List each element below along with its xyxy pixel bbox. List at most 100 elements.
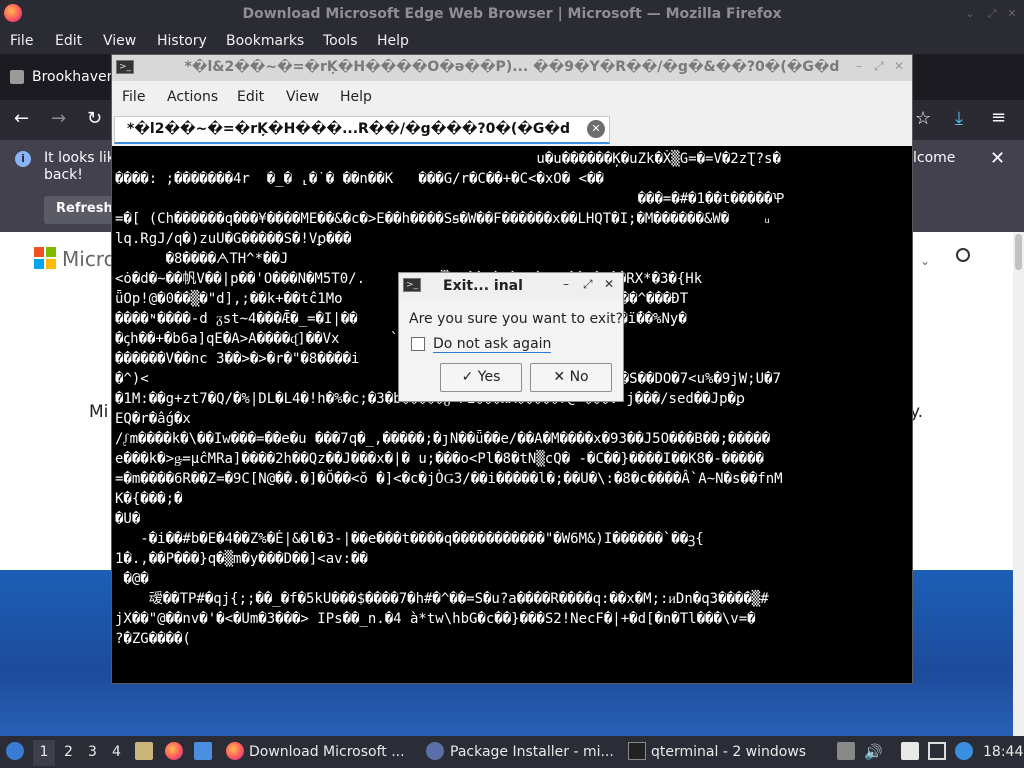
task-package-installer[interactable]: Package Installer - mi... bbox=[450, 744, 614, 760]
file-manager-icon[interactable] bbox=[135, 742, 153, 760]
menu-file[interactable]: File bbox=[122, 89, 145, 105]
close-icon[interactable]: ✕ bbox=[604, 277, 614, 291]
body-text-left: Mi bbox=[89, 402, 109, 422]
workspace-3[interactable]: 3 bbox=[88, 744, 97, 760]
minimize-icon[interactable]: – bbox=[856, 59, 862, 73]
dialog-titlebar: >_ Exit... inal – ⤢ ✕ bbox=[399, 273, 623, 299]
x-icon: ✕ bbox=[553, 369, 570, 385]
microsoft-logo-icon bbox=[34, 247, 56, 269]
maximize-icon[interactable]: ⤢ bbox=[986, 8, 998, 20]
close-icon[interactable]: ✕ bbox=[894, 59, 904, 73]
workspace-1[interactable]: 1 bbox=[33, 740, 55, 766]
terminal-line: �@� bbox=[115, 571, 149, 587]
maximize-icon[interactable]: ⤢ bbox=[583, 277, 593, 292]
minimize-icon[interactable]: – bbox=[563, 277, 569, 291]
menu-help[interactable]: Help bbox=[340, 89, 372, 105]
clipboard-icon[interactable] bbox=[901, 742, 919, 760]
menu-edit[interactable]: Edit bbox=[55, 33, 82, 49]
dialog-message: Are you sure you want to exit? bbox=[409, 311, 623, 327]
notice-text-left2: back! bbox=[44, 167, 83, 183]
qterminal-menubar: File Actions Edit View Help bbox=[112, 81, 912, 113]
info-icon: i bbox=[15, 151, 31, 167]
downloads-icon[interactable]: ⤓ bbox=[955, 108, 963, 129]
display-icon[interactable] bbox=[928, 742, 946, 760]
menu-history[interactable]: History bbox=[157, 33, 207, 49]
tab-label: *�l2��~�=�rĶ�H���...R��/�g���?0�(�G�d bbox=[127, 121, 570, 137]
terminal-line: �8����ᗅTH^*͏��J bbox=[115, 251, 289, 267]
tab-favicon-icon bbox=[10, 70, 24, 84]
reload-icon[interactable]: ↻ bbox=[87, 108, 102, 129]
close-icon[interactable]: ✕ bbox=[1006, 8, 1018, 20]
notice-text-right: lcome bbox=[913, 150, 956, 166]
menu-view[interactable]: View bbox=[286, 89, 319, 105]
start-menu-icon[interactable] bbox=[6, 742, 24, 760]
package-installer-icon bbox=[426, 742, 444, 760]
terminal-line: =�m����6R��Z=�9C[N@��.�]�Ŏ��<ŏ �]<�c�jÒǤ… bbox=[115, 471, 783, 487]
menu-tools[interactable]: Tools bbox=[323, 33, 358, 49]
menu-bookmarks[interactable]: Bookmarks bbox=[226, 33, 304, 49]
task-qterminal[interactable]: qterminal - 2 windows bbox=[651, 744, 806, 760]
chevron-down-icon[interactable]: ⌄ bbox=[920, 254, 930, 268]
minimize-icon[interactable]: ⌄ bbox=[964, 8, 976, 20]
firefox-launcher-icon[interactable] bbox=[165, 742, 183, 760]
qterminal-tabbar: *�l2��~�=�rĶ�H���...R��/�g���?0�(�G�d ✕ bbox=[112, 113, 912, 146]
do-not-ask-checkbox[interactable] bbox=[411, 337, 425, 351]
terminal-line: ?�ZG����( bbox=[115, 631, 191, 647]
terminal-line: lq.RgJ/q�)zuU�G�����S�!Vꝑ��� bbox=[115, 231, 352, 247]
terminal-icon: >_ bbox=[403, 278, 421, 292]
terminal-output[interactable]: u�u������Ķ�uZk�Ẋ▒G=�=V�2zƮ?s� ����: ;����… bbox=[114, 147, 910, 681]
terminal-line: /ᶘm����k�\��Iw���=��e�u ���7q�_,�����;�ȷ… bbox=[115, 431, 771, 447]
workspace-4[interactable]: 4 bbox=[112, 744, 121, 760]
yes-label: Yes bbox=[477, 369, 501, 385]
maximize-icon[interactable]: ⤢ bbox=[874, 59, 884, 74]
menu-help[interactable]: Help bbox=[377, 33, 409, 49]
hamburger-menu-icon[interactable]: ≡ bbox=[991, 107, 1006, 128]
notice-close-icon[interactable]: ✕ bbox=[990, 148, 1005, 169]
tab-brookhaven[interactable]: Brookhaven bbox=[32, 69, 116, 85]
page-scrollbar[interactable] bbox=[1013, 232, 1024, 736]
refresh-button[interactable]: Refresh bbox=[44, 196, 113, 224]
firefox-task-icon bbox=[226, 742, 244, 760]
terminal-line: 叆��TP#�qj{;;��_�f�5kU���$����7�h#�^��=S�… bbox=[115, 591, 769, 607]
workspace-2[interactable]: 2 bbox=[64, 744, 73, 760]
terminal-line: EQ�r�ấg�x bbox=[115, 411, 191, 427]
tray-app-icon[interactable] bbox=[837, 742, 855, 760]
check-icon: ✓ bbox=[461, 369, 478, 385]
terminal-icon: >_ bbox=[116, 60, 134, 74]
exit-dialog: >_ Exit... inal – ⤢ ✕ Are you sure you w… bbox=[398, 272, 624, 402]
no-label: No bbox=[569, 369, 589, 385]
window-icon[interactable] bbox=[194, 742, 212, 760]
yes-button[interactable]: ✓ Yes bbox=[440, 363, 522, 392]
firefox-menubar: File Edit View History Bookmarks Tools H… bbox=[0, 29, 1024, 54]
back-icon[interactable]: ← bbox=[14, 108, 29, 129]
network-icon[interactable] bbox=[955, 742, 973, 760]
scrollbar-thumb[interactable] bbox=[1015, 234, 1022, 270]
menu-view[interactable]: View bbox=[103, 33, 136, 49]
taskbar: 1 2 3 4 Download Microsoft ... Package I… bbox=[0, 736, 1024, 768]
no-button[interactable]: ✕ No bbox=[530, 363, 612, 392]
do-not-ask-label[interactable]: Do not ask again bbox=[433, 336, 552, 353]
forward-icon[interactable]: → bbox=[51, 108, 66, 129]
terminal-line: ����: ;�������4r �_� ⸤�˙� ��n��K ���G/r�… bbox=[115, 171, 604, 187]
tab-terminal[interactable]: *�l2��~�=�rĶ�H���...R��/�g���?0�(�G�d ✕ bbox=[114, 116, 610, 144]
task-firefox[interactable]: Download Microsoft ... bbox=[249, 744, 405, 760]
search-icon[interactable] bbox=[956, 248, 970, 262]
terminal-line: �U� bbox=[115, 511, 141, 527]
terminal-line: K�{���;� bbox=[115, 491, 183, 507]
volume-icon[interactable]: 🔊 bbox=[864, 743, 883, 761]
firefox-window-title: Download Microsoft Edge Web Browser | Mi… bbox=[242, 6, 782, 22]
menu-edit[interactable]: Edit bbox=[237, 89, 264, 105]
menu-actions[interactable]: Actions bbox=[167, 89, 218, 105]
menu-file[interactable]: File bbox=[10, 33, 33, 49]
terminal-line: jX��"@��nv�'�<�Um�3���> IPs��_n.�4 ͏à*tw… bbox=[115, 611, 756, 627]
tab-close-icon[interactable]: ✕ bbox=[587, 120, 605, 138]
terminal-line: u�u������Ķ�uZk�Ẋ▒G=�=V�2zƮ?s� bbox=[115, 151, 781, 167]
qterminal-title: *�l&2��~�=�rĶ�H����O�ə��P)... ��9�Y�R��/… bbox=[184, 59, 840, 75]
dialog-title: Exit... inal bbox=[443, 278, 523, 294]
bookmark-star-icon[interactable]: ☆ bbox=[915, 108, 931, 129]
qterminal-titlebar: >_ *�l&2��~�=�rĶ�H����O�ə��P)... ��9�Y�R… bbox=[112, 55, 912, 81]
clock: 18:44 bbox=[983, 744, 1024, 760]
terminal-task-icon bbox=[628, 742, 646, 760]
terminal-line: -�i��#b�E�4��Z%�Ė|&�l�3-|��e���t����q���… bbox=[115, 531, 704, 547]
terminal-line: 1�.,��P���}q�▒m�y���D��]<av:�� bbox=[115, 551, 368, 567]
